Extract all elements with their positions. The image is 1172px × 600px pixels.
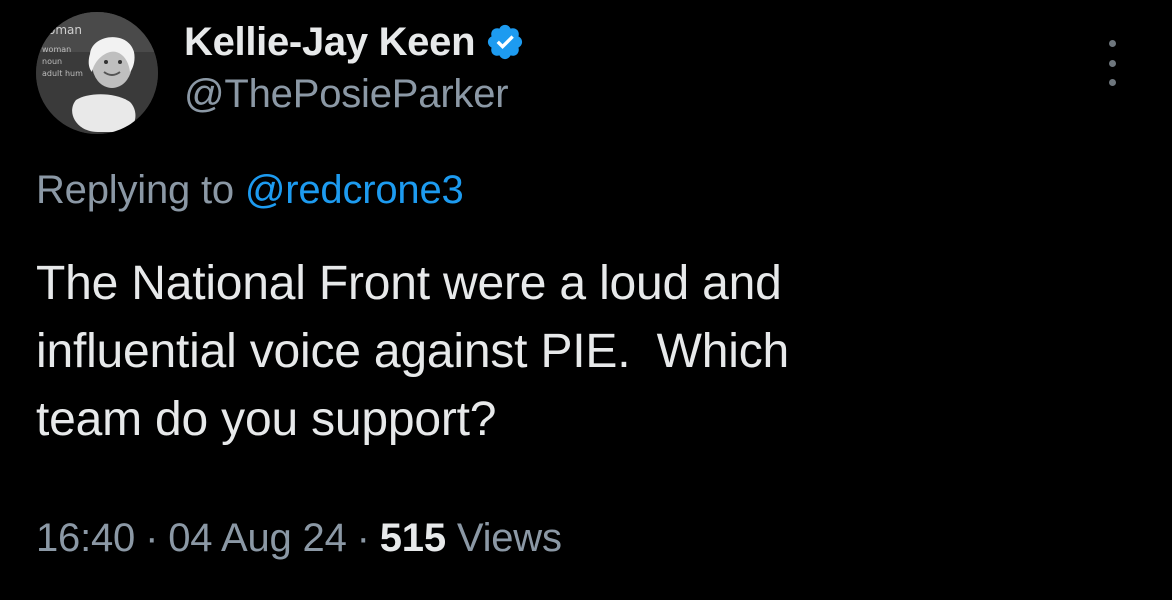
- views-label: Views: [456, 516, 562, 560]
- svg-text:woman: woman: [42, 45, 71, 54]
- more-dot: [1108, 40, 1116, 47]
- tweet-meta: 16:40 · 04 Aug 24 · 515 Views: [36, 516, 562, 561]
- name-row: Kellie-Jay Keen: [184, 14, 525, 70]
- views-count[interactable]: 515: [380, 516, 446, 560]
- reply-context: Replying to @redcrone3: [36, 168, 464, 213]
- meta-separator: ·: [356, 516, 370, 560]
- profile-avatar[interactable]: oman woman noun adult hum: [36, 12, 158, 134]
- user-handle[interactable]: @ThePosieParker: [184, 72, 525, 117]
- reply-mention-link[interactable]: @redcrone3: [245, 168, 464, 212]
- svg-text:oman: oman: [48, 23, 82, 37]
- tweet-date[interactable]: 04 Aug 24: [168, 516, 347, 560]
- meta-separator: ·: [145, 516, 159, 560]
- svg-text:adult hum: adult hum: [42, 69, 83, 78]
- more-dot: [1108, 59, 1116, 67]
- more-vertical-icon[interactable]: [1098, 40, 1126, 86]
- author-block: Kellie-Jay Keen @ThePosieParker: [184, 14, 525, 117]
- verified-badge-icon[interactable]: [485, 22, 525, 62]
- avatar-photo: oman woman noun adult hum: [36, 12, 158, 134]
- svg-text:noun: noun: [42, 57, 62, 66]
- tweet-text: The National Front were a loud and influ…: [36, 257, 789, 446]
- tweet-time[interactable]: 16:40: [36, 516, 135, 560]
- display-name[interactable]: Kellie-Jay Keen: [184, 20, 476, 65]
- reply-prefix: Replying to: [36, 168, 234, 212]
- tweet-card: oman woman noun adult hum Kellie-Jay Kee…: [0, 0, 1172, 600]
- more-dot: [1108, 79, 1116, 86]
